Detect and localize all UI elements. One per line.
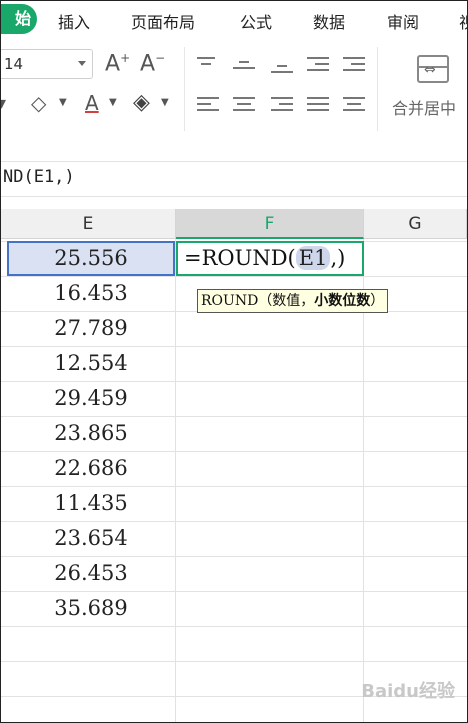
cell-e11[interactable]: 35.689 bbox=[7, 591, 175, 626]
ribbon-divider bbox=[184, 47, 185, 131]
column-header-f[interactable]: F bbox=[176, 209, 364, 239]
tab-view[interactable]: 视 bbox=[459, 9, 467, 33]
formula-bar[interactable]: ND(E1,) bbox=[1, 161, 467, 197]
tab-formulas[interactable]: 公式 bbox=[240, 9, 272, 33]
column-header-g[interactable]: G bbox=[364, 209, 467, 239]
tooltip-function-name: ROUND bbox=[201, 293, 259, 309]
outdent-icon[interactable] bbox=[307, 57, 329, 75]
column-header-e[interactable]: E bbox=[1, 209, 176, 239]
fill-color-icon[interactable]: ◇ bbox=[31, 91, 46, 115]
cell-e9[interactable]: 23.654 bbox=[7, 521, 175, 556]
cell-reference-chip[interactable]: E1 bbox=[295, 246, 331, 270]
font-color-icon[interactable]: A bbox=[85, 91, 99, 115]
align-center-icon[interactable] bbox=[233, 97, 255, 115]
distributed-icon[interactable] bbox=[343, 97, 365, 115]
font-size-select[interactable]: 14 bbox=[1, 49, 93, 79]
ribbon-divider bbox=[377, 47, 378, 131]
formula-suffix: ,) bbox=[330, 246, 346, 270]
increase-font-icon[interactable]: A+ bbox=[105, 51, 130, 76]
clear-dropdown-icon[interactable]: ▼ bbox=[161, 97, 169, 108]
border-icon[interactable]: ▾ bbox=[1, 93, 6, 114]
tooltip-close: ） bbox=[370, 293, 385, 309]
grid-line bbox=[1, 661, 467, 662]
align-top-icon[interactable] bbox=[197, 57, 219, 69]
cell-e4[interactable]: 12.554 bbox=[7, 346, 175, 381]
app-window: 始 插入 页面布局 公式 数据 审阅 视 14 A+ A− ▾ ◇ ▼ A ▼ … bbox=[0, 0, 468, 723]
tab-start[interactable]: 始 bbox=[1, 4, 37, 34]
justify-icon[interactable] bbox=[307, 97, 329, 115]
tab-data[interactable]: 数据 bbox=[313, 9, 345, 33]
merge-center-button[interactable]: 合并居中 bbox=[392, 95, 456, 119]
tooltip-arg-value: （数值， bbox=[258, 293, 315, 309]
tooltip-arg-digits: 小数位数 bbox=[314, 293, 371, 309]
align-right-icon[interactable] bbox=[271, 97, 293, 115]
cell-e1[interactable]: 25.556 bbox=[7, 241, 175, 276]
tab-review[interactable]: 审阅 bbox=[387, 9, 419, 33]
formula-text[interactable]: ND(E1,) bbox=[3, 167, 75, 187]
align-left-icon[interactable] bbox=[197, 97, 219, 115]
merge-center-icon[interactable] bbox=[417, 55, 449, 83]
formula-in-cell[interactable]: =ROUND(E1,) bbox=[184, 246, 345, 270]
watermark: Baidu经验 bbox=[361, 681, 455, 702]
tab-page-layout[interactable]: 页面布局 bbox=[131, 9, 195, 33]
chevron-down-icon[interactable] bbox=[78, 61, 86, 66]
cell-e3[interactable]: 27.789 bbox=[7, 311, 175, 346]
tab-insert[interactable]: 插入 bbox=[58, 9, 90, 33]
font-color-dropdown-icon[interactable]: ▼ bbox=[109, 97, 117, 108]
fill-color-dropdown-icon[interactable]: ▼ bbox=[59, 97, 67, 108]
function-tooltip: ROUND（数值，小数位数） bbox=[197, 289, 389, 313]
font-size-value: 14 bbox=[4, 55, 24, 73]
cell-f1-editor[interactable]: =ROUND(E1,) bbox=[176, 241, 364, 276]
cell-e8[interactable]: 11.435 bbox=[7, 486, 175, 521]
cell-e7[interactable]: 22.686 bbox=[7, 451, 175, 486]
ribbon: 14 A+ A− ▾ ◇ ▼ A ▼ ◈ ▼ 合并居中 bbox=[1, 37, 467, 149]
cell-e6[interactable]: 23.865 bbox=[7, 416, 175, 451]
grid-line bbox=[1, 626, 467, 627]
ribbon-gap bbox=[1, 149, 467, 161]
align-middle-icon[interactable] bbox=[233, 61, 255, 73]
formula-prefix: =ROUND( bbox=[184, 246, 296, 270]
cell-e2[interactable]: 16.453 bbox=[7, 276, 175, 311]
eraser-icon[interactable]: ◈ bbox=[133, 90, 150, 115]
decrease-font-icon[interactable]: A− bbox=[140, 51, 165, 76]
menu-bar: 始 插入 页面布局 公式 数据 审阅 视 bbox=[1, 1, 467, 37]
sheet-grid[interactable]: 25.556 16.453 27.789 12.554 29.459 23.86… bbox=[1, 239, 467, 722]
align-bottom-icon[interactable] bbox=[271, 65, 293, 77]
cell-e10[interactable]: 26.453 bbox=[7, 556, 175, 591]
indent-icon[interactable] bbox=[343, 57, 365, 75]
cell-e5[interactable]: 29.459 bbox=[7, 381, 175, 416]
